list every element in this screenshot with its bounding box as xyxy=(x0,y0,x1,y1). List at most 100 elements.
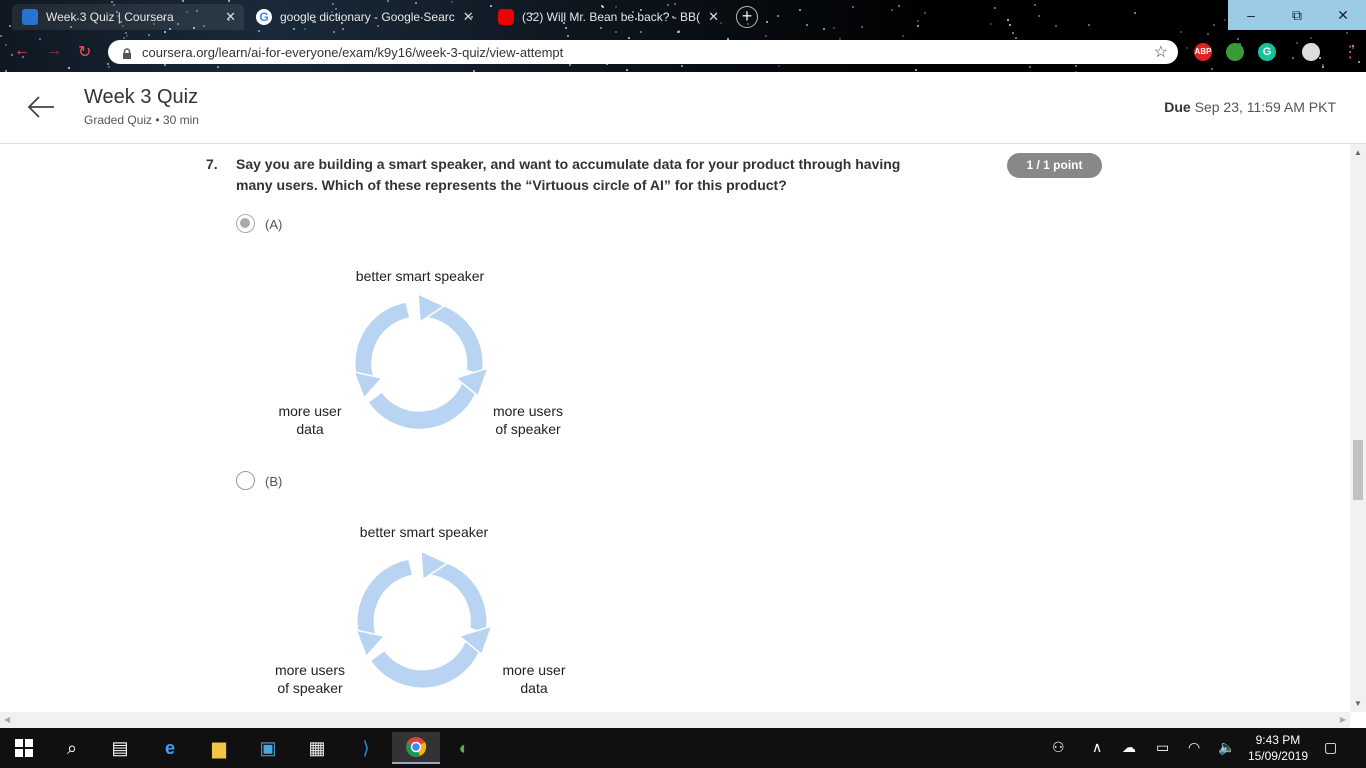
vertical-scrollbar[interactable]: ▲ ▼ xyxy=(1350,144,1366,712)
star-dot xyxy=(1134,12,1136,14)
scroll-left-icon[interactable]: ◀ xyxy=(4,715,10,724)
reload-icon[interactable]: ↻ xyxy=(78,42,91,62)
battery-icon[interactable]: ▭ xyxy=(1156,739,1169,756)
scroll-up-icon[interactable]: ▲ xyxy=(1354,148,1362,157)
scrollbar-thumb[interactable] xyxy=(1353,440,1363,500)
star-dot xyxy=(123,37,125,39)
edge-icon[interactable]: e xyxy=(158,736,182,760)
star-dot xyxy=(1012,32,1014,34)
option-a-label: (A) xyxy=(265,217,283,232)
file-explorer-icon[interactable]: ▆ xyxy=(207,736,231,760)
star-dot xyxy=(852,6,854,8)
star-dot xyxy=(994,7,996,9)
star-dot xyxy=(917,25,919,27)
star-dot xyxy=(567,35,569,37)
people-icon[interactable]: ⚇ xyxy=(1052,739,1065,756)
close-tab-icon[interactable]: ✕ xyxy=(708,9,719,25)
system-clock[interactable]: 9:43 PM 15/09/2019 xyxy=(1248,732,1308,764)
tab-youtube[interactable]: (32) Will Mr. Bean be back? - BB( ✕ xyxy=(498,4,722,30)
star-dot xyxy=(1038,15,1040,17)
star-dot xyxy=(39,38,41,40)
youtube-icon xyxy=(498,9,514,25)
star-dot xyxy=(861,26,863,28)
windows-taskbar: ⌕ ▤ e ▆ ▣ ▦ ⟩ ◐ ⚇ ∧ ☁ ▭ ◠ 🔈 9:43 PM 15/0… xyxy=(0,728,1366,768)
search-icon[interactable]: ⌕ xyxy=(60,736,84,760)
quiz-content: 7. Say you are building a smart speaker,… xyxy=(0,144,1350,712)
restore-button[interactable]: ⧉ xyxy=(1274,0,1320,30)
due-label: Due xyxy=(1164,99,1191,115)
wifi-icon[interactable]: ◠ xyxy=(1188,739,1200,756)
star-dot xyxy=(1075,65,1077,67)
star-dot xyxy=(777,15,779,17)
star-dot xyxy=(1310,37,1312,39)
clock-time: 9:43 PM xyxy=(1255,733,1301,747)
option-b-radio[interactable] xyxy=(236,471,255,490)
new-tab-button[interactable]: + xyxy=(736,6,758,28)
chrome-taskbar-icon[interactable] xyxy=(392,732,440,764)
star-dot xyxy=(628,37,630,39)
minimize-button[interactable]: – xyxy=(1228,0,1274,30)
close-tab-icon[interactable]: ✕ xyxy=(225,9,236,25)
grammarly-icon[interactable]: G xyxy=(1258,43,1276,61)
globe-app-icon[interactable]: ◐ xyxy=(452,736,476,760)
star-dot xyxy=(1346,32,1348,34)
star-dot xyxy=(1211,68,1213,70)
option-a-top-label: better smart speaker xyxy=(355,268,485,284)
lock-icon xyxy=(122,47,132,59)
close-tab-icon[interactable]: ✕ xyxy=(463,9,474,25)
forward-icon[interactable]: → xyxy=(46,42,62,60)
onedrive-icon[interactable]: ☁ xyxy=(1122,739,1136,756)
star-dot xyxy=(1213,24,1215,26)
horizontal-scrollbar[interactable]: ◀ ▶ xyxy=(0,712,1350,728)
vscode-icon[interactable]: ⟩ xyxy=(354,736,378,760)
volume-icon[interactable]: 🔈 xyxy=(1218,739,1235,756)
star-dot xyxy=(1319,57,1321,59)
star-dot xyxy=(990,23,992,25)
star-dot xyxy=(126,35,128,37)
star-dot xyxy=(11,54,13,56)
star-dot xyxy=(1237,38,1239,40)
profile-avatar[interactable] xyxy=(1302,43,1320,61)
option-b-cycle-diagram xyxy=(354,549,494,690)
scroll-down-icon[interactable]: ▼ xyxy=(1354,699,1362,708)
star-dot xyxy=(125,32,127,34)
due-value: Sep 23, 11:59 AM PKT xyxy=(1194,99,1336,115)
star-dot xyxy=(111,1,113,3)
close-window-button[interactable]: ✕ xyxy=(1320,0,1366,30)
star-dot xyxy=(569,64,571,66)
url-text: coursera.org/learn/ai-for-everyone/exam/… xyxy=(142,44,564,60)
page-title: Week 3 Quiz xyxy=(84,86,199,108)
back-icon[interactable]: ← xyxy=(14,42,30,60)
bookmark-star-icon[interactable]: ☆ xyxy=(1154,42,1168,62)
notification-icon[interactable]: ▢ xyxy=(1324,739,1337,756)
menu-icon[interactable]: ⋮ xyxy=(1342,42,1358,62)
task-view-icon[interactable]: ▤ xyxy=(108,736,132,760)
clock-date: 15/09/2019 xyxy=(1247,749,1308,763)
tab-title: (32) Will Mr. Bean be back? - BB( xyxy=(522,10,701,24)
star-dot xyxy=(823,28,825,30)
option-b-left-label: more users of speaker xyxy=(274,662,346,696)
star-dot xyxy=(1180,31,1182,33)
question-text: Say you are building a smart speaker, an… xyxy=(236,156,901,193)
control-panel-icon[interactable]: ▣ xyxy=(256,736,280,760)
question-number: 7. xyxy=(206,156,218,172)
option-a-radio[interactable] xyxy=(236,214,255,233)
scroll-right-icon[interactable]: ▶ xyxy=(1340,715,1346,724)
star-dot xyxy=(1088,24,1090,26)
star-dot xyxy=(891,9,893,11)
star-dot xyxy=(1322,64,1324,66)
star-dot xyxy=(217,66,219,68)
tray-chevron-icon[interactable]: ∧ xyxy=(1092,739,1102,756)
store-icon[interactable]: ▦ xyxy=(305,736,329,760)
points-badge: 1 / 1 point xyxy=(1007,153,1102,178)
adblock-icon[interactable]: ABP xyxy=(1194,43,1212,61)
tab-title: google dictionary - Google Searc xyxy=(280,10,455,24)
address-bar[interactable]: coursera.org/learn/ai-for-everyone/exam/… xyxy=(108,40,1178,64)
back-arrow-icon[interactable] xyxy=(26,94,56,120)
extension-globe-icon[interactable] xyxy=(1226,43,1244,61)
tab-google[interactable]: G google dictionary - Google Searc ✕ xyxy=(256,4,488,30)
tab-coursera[interactable]: Week 3 Quiz | Coursera ✕ xyxy=(12,4,244,30)
quiz-header: Week 3 Quiz Graded Quiz • 30 min Due Sep… xyxy=(0,72,1366,144)
windows-start-icon[interactable] xyxy=(12,736,36,760)
option-b-label: (B) xyxy=(265,474,283,489)
